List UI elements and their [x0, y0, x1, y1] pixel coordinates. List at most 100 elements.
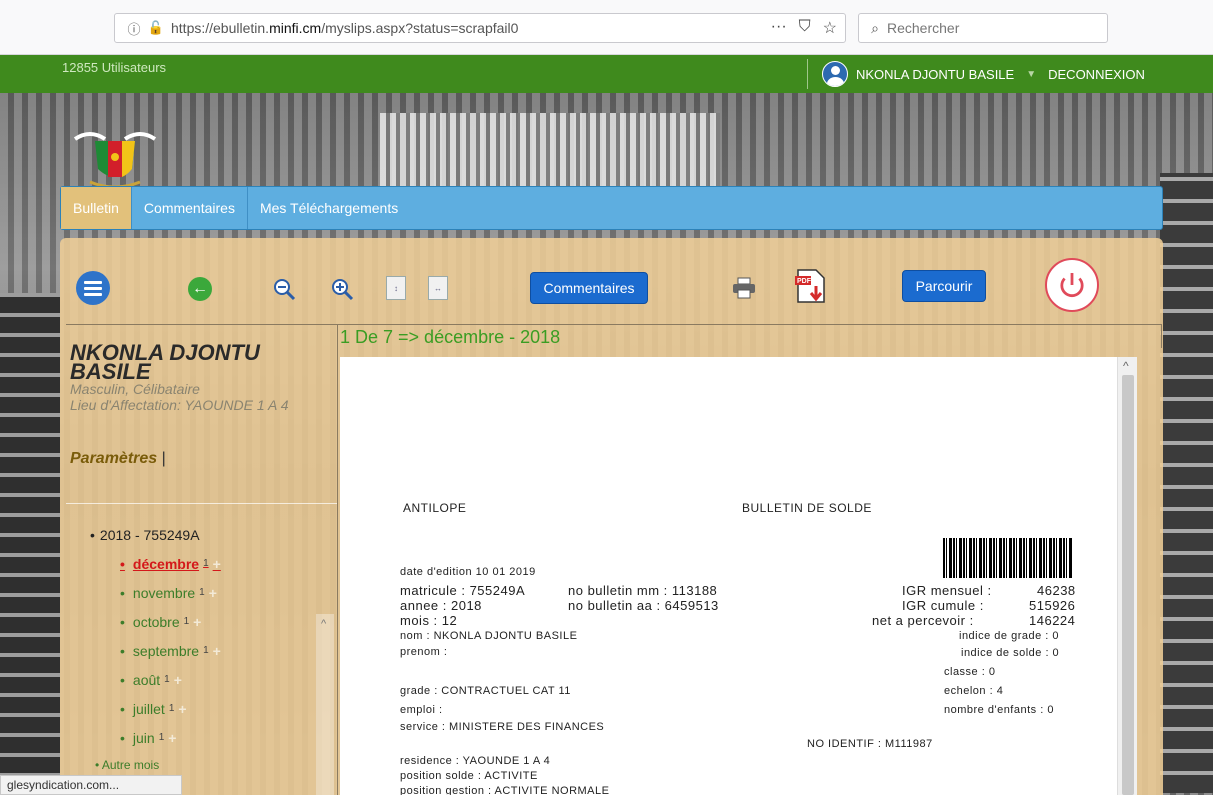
emploi: emploi : [400, 704, 443, 716]
expand-plus-icon[interactable]: + [213, 643, 221, 659]
month-label[interactable]: septembre [133, 643, 199, 659]
position-solde: position solde : ACTIVITE [400, 770, 538, 782]
month-count: 1 [168, 703, 175, 714]
month-label[interactable]: août [133, 672, 160, 688]
matricule: matricule : 755249A [400, 583, 526, 598]
month-label[interactable]: juin [133, 730, 155, 746]
comments-button[interactable]: Commentaires [530, 272, 648, 304]
url-text[interactable]: https://ebulletin.minfi.cm/myslips.aspx?… [171, 20, 518, 36]
topbar-divider [807, 59, 808, 89]
insecure-lock-icon[interactable]: 🔓 [147, 20, 165, 36]
bulletin-mm: no bulletin mm : 113188 [568, 583, 718, 598]
power-icon[interactable] [1045, 258, 1099, 312]
hamburger-menu-icon[interactable] [76, 271, 110, 305]
parameters-link[interactable]: Paramètres | [70, 450, 166, 468]
list-item[interactable]: juin1+ [120, 723, 315, 752]
main-nav: Bulletin Commentaires Mes Téléchargement… [60, 186, 1163, 230]
expand-plus-icon[interactable]: + [213, 556, 221, 572]
back-arrow-icon[interactable]: ← [188, 277, 212, 301]
month-label[interactable]: décembre [133, 556, 199, 572]
parameters-label[interactable]: Paramètres [70, 450, 157, 467]
viewer-toolbar: ← ↕ ↔ Commentaires PDF Parcourir [60, 238, 1163, 324]
list-item[interactable]: août 1 + [120, 665, 315, 694]
expand-plus-icon[interactable]: + [174, 672, 182, 688]
month-list: décembre1+ novembre1+ octobre1+ septembr… [120, 549, 315, 752]
pdf-download-icon[interactable]: PDF [794, 268, 828, 306]
tree-year-label[interactable]: 2018 - 755249A [100, 527, 200, 543]
month-count: 1 [199, 587, 205, 598]
zoom-out-icon[interactable] [272, 277, 296, 301]
list-item[interactable]: septembre 1 + [120, 636, 315, 665]
building-left [0, 293, 60, 793]
expand-plus-icon[interactable]: + [178, 701, 186, 717]
month-label[interactable]: juillet [133, 701, 165, 717]
scroll-up-icon[interactable]: ^ [1123, 359, 1129, 373]
slip-left-header: ANTILOPE [403, 501, 467, 515]
edition-date: date d'edition 10 01 2019 [400, 566, 536, 578]
coat-of-arms-logo [73, 132, 157, 189]
igr-mensuel-label: IGR mensuel : [902, 583, 992, 598]
month-count: 1 [203, 558, 209, 569]
url-suffix: /myslips.aspx?status=scrapfail0 [321, 20, 519, 36]
bookmark-star-icon[interactable]: ☆ [823, 18, 837, 38]
month-count: 1 [158, 732, 165, 743]
avatar[interactable] [822, 61, 848, 87]
bulletin-aa: no bulletin aa : 6459513 [568, 598, 719, 613]
parameters-separator: | [161, 450, 166, 467]
user-menu[interactable]: NKONLA DJONTU BASILE ▼ DECONNEXION [822, 61, 1145, 87]
bullet-icon: • [90, 527, 95, 543]
tab-telechargements[interactable]: Mes Téléchargements [248, 187, 410, 229]
expand-plus-icon[interactable]: + [168, 730, 176, 746]
gender-status: Masculin, Célibataire [70, 381, 200, 397]
info-icon[interactable]: ⓘ [121, 19, 147, 38]
nom: nom : NKONLA DJONTU BASILE [400, 630, 578, 642]
expand-plus-icon[interactable]: + [193, 614, 201, 630]
position-gestion: position gestion : ACTIVITE NORMALE [400, 785, 610, 795]
browser-search-input[interactable]: ⌕ Rechercher [858, 13, 1108, 43]
slip-right-header: BULLETIN DE SOLDE [742, 501, 872, 515]
url-domain: minfi.cm [269, 20, 322, 36]
list-item[interactable]: novembre 1 + [120, 578, 315, 607]
tab-bulletin[interactable]: Bulletin [61, 187, 132, 229]
building-right [1160, 173, 1213, 793]
list-item[interactable]: décembre 1 + [120, 549, 315, 578]
browse-button[interactable]: Parcourir [902, 270, 986, 302]
enfants: nombre d'enfants : 0 [944, 704, 1054, 716]
viewer-title: 1 De 7 => décembre - 2018 [340, 327, 561, 347]
zoom-in-icon[interactable] [330, 277, 354, 301]
month-count: 1 [183, 616, 190, 627]
page-actions-icon[interactable]: ··· [771, 18, 787, 38]
users-count: 12855 Utilisateurs [62, 60, 167, 75]
person-info: Masculin, Célibataire Lieu d'Affectation… [70, 381, 289, 413]
other-months-link[interactable]: • Autre mois [95, 758, 315, 772]
user-name[interactable]: NKONLA DJONTU BASILE [856, 67, 1014, 82]
logout-link[interactable]: DECONNEXION [1048, 67, 1145, 82]
tree-year[interactable]: • 2018 - 755249A [90, 527, 315, 543]
expand-plus-icon[interactable]: + [209, 585, 217, 601]
service: service : MINISTERE DES FINANCES [400, 721, 605, 733]
sidebar-scrollbar[interactable] [316, 614, 334, 795]
grade: grade : CONTRACTUEL CAT 11 [400, 685, 571, 697]
month-label[interactable]: octobre [133, 614, 180, 630]
scroll-thumb[interactable] [1122, 375, 1134, 795]
echelon: echelon : 4 [944, 685, 1004, 697]
document-scrollbar[interactable]: ^ [1117, 357, 1137, 795]
slip-tree: •2018 - 755249A décembre1+ novembre1+ oc… [90, 527, 315, 772]
tab-commentaires[interactable]: Commentaires [132, 187, 248, 229]
print-icon[interactable] [732, 277, 756, 299]
month-count: 1 [164, 674, 170, 685]
fit-width-icon[interactable]: ↔ [428, 276, 448, 300]
address-bar[interactable]: ⓘ 🔓 https://ebulletin.minfi.cm/myslips.a… [114, 13, 846, 43]
viewer-header: 1 De 7 => décembre - 2018 [338, 324, 1162, 348]
annee: annee : 2018 [400, 598, 482, 613]
list-item[interactable]: juillet1+ [120, 694, 315, 723]
main-panel: ← ↕ ↔ Commentaires PDF Parcourir NKONLA … [60, 238, 1163, 795]
search-icon: ⌕ [871, 19, 879, 36]
pocket-icon[interactable]: ⛉ [799, 18, 811, 38]
list-item[interactable]: octobre1+ [120, 607, 315, 636]
month-label[interactable]: novembre [133, 585, 195, 601]
month-count: 1 [203, 645, 209, 656]
chevron-down-icon[interactable]: ▼ [1026, 69, 1036, 80]
other-months-label[interactable]: Autre mois [102, 758, 159, 772]
fit-page-icon[interactable]: ↕ [386, 276, 406, 300]
